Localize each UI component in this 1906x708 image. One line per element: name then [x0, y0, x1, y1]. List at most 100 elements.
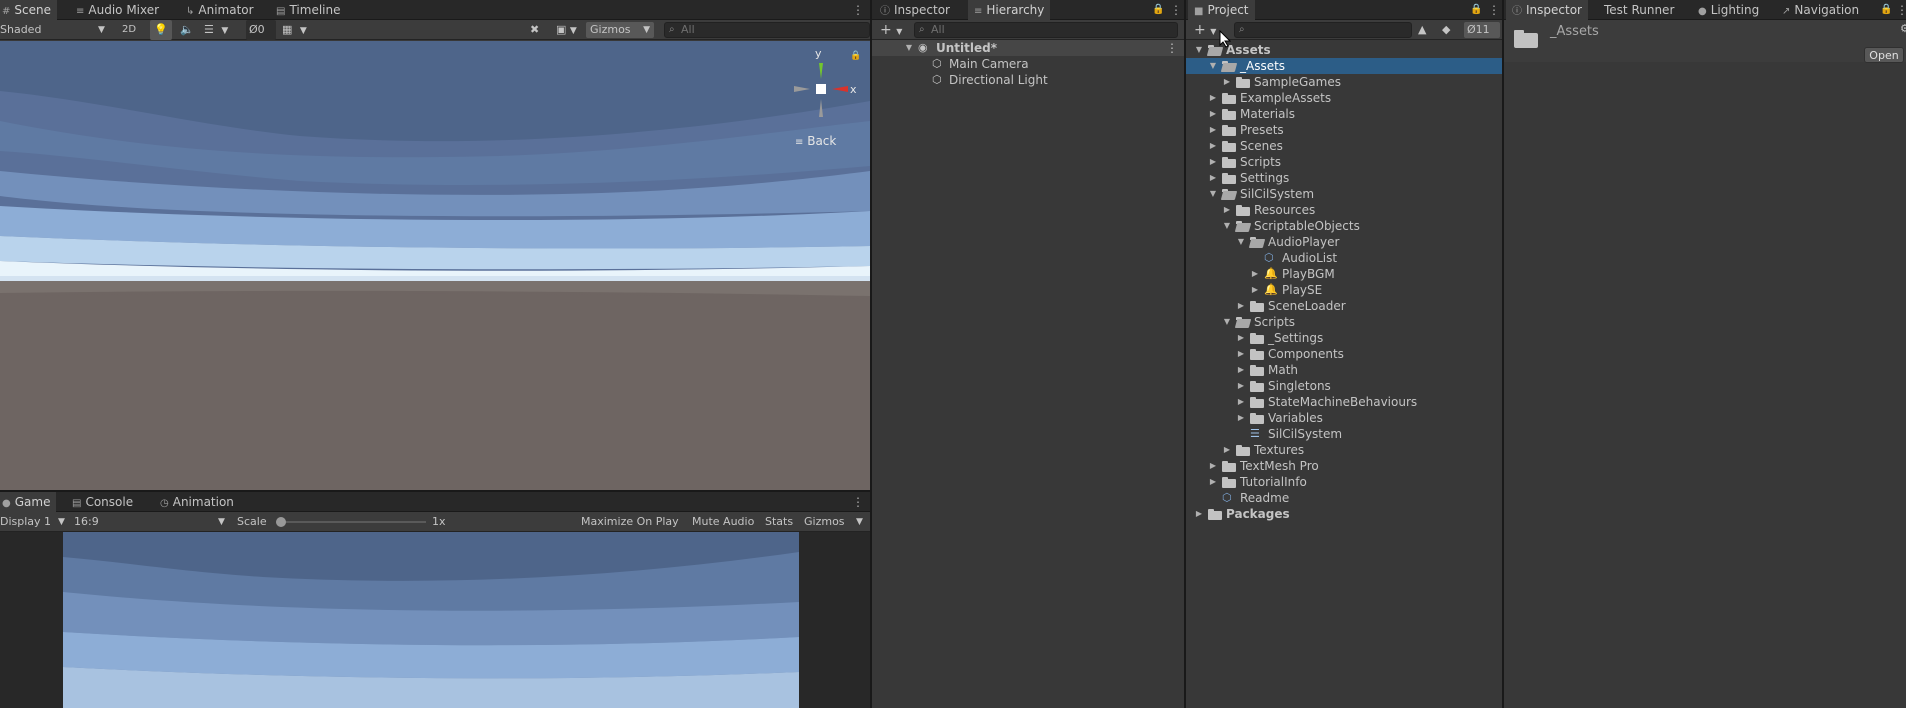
- project-tree-item[interactable]: ▶ SampleGames: [1186, 74, 1502, 90]
- inspector-more-icon[interactable]: ⋮: [1896, 0, 1906, 20]
- gizmo-view-label[interactable]: ≡ Back: [795, 134, 836, 148]
- expand-arrow-open-icon[interactable]: ▼: [1236, 234, 1246, 250]
- project-tree-item[interactable]: ▶ Settings: [1186, 170, 1502, 186]
- create-dropdown[interactable]: + ▼: [880, 20, 906, 40]
- filter-by-type-icon[interactable]: ▲: [1418, 20, 1426, 40]
- display-dropdown[interactable]: Display 1 ▼: [0, 512, 66, 532]
- tab-lighting[interactable]: ● Lighting: [1692, 0, 1765, 20]
- expand-arrow-open-icon[interactable]: ▼: [1222, 218, 1232, 234]
- tab-inspector[interactable]: ⓘ Inspector: [874, 0, 956, 20]
- expand-arrow-open-icon[interactable]: ▼: [1194, 42, 1204, 58]
- project-tree-item[interactable]: ⬡ AudioList: [1186, 250, 1502, 266]
- inspector-lock-icon[interactable]: 🔒: [1880, 0, 1892, 20]
- scene-more-icon[interactable]: ⋮: [1166, 40, 1178, 56]
- project-tree-item[interactable]: ▼ _Assets: [1186, 58, 1502, 74]
- project-tree-item[interactable]: ▼ AudioPlayer: [1186, 234, 1502, 250]
- scale-slider[interactable]: [276, 517, 426, 527]
- project-tree-item[interactable]: ▶ _Settings: [1186, 330, 1502, 346]
- audio-toggle-icon[interactable]: 🔈: [180, 20, 194, 40]
- scene-row[interactable]: ▼ ◉ Untitled* ⋮: [872, 40, 1184, 56]
- expand-arrow-closed-icon[interactable]: ▶: [1208, 138, 1218, 154]
- project-tree-item[interactable]: ▶ StateMachineBehaviours: [1186, 394, 1502, 410]
- project-more-icon[interactable]: ⋮: [1488, 0, 1500, 20]
- expand-arrow-closed-icon[interactable]: ▶: [1236, 394, 1246, 410]
- filter-by-label-icon[interactable]: ◆: [1442, 20, 1450, 40]
- hierarchy-search-input[interactable]: All: [914, 22, 1178, 38]
- game-gizmos-dropdown[interactable]: Gizmos ▼: [804, 512, 866, 532]
- tab-animation[interactable]: ◷ Animation: [154, 492, 240, 512]
- mute-audio-toggle[interactable]: Mute Audio: [692, 512, 754, 532]
- project-tree-item[interactable]: ▶ Scripts: [1186, 154, 1502, 170]
- expand-arrow-closed-icon[interactable]: ▶: [1222, 442, 1232, 458]
- expand-arrow-closed-icon[interactable]: ▶: [1208, 154, 1218, 170]
- project-tree-item[interactable]: ▶ Resources: [1186, 202, 1502, 218]
- tab-test-runner[interactable]: Test Runner: [1598, 0, 1680, 20]
- project-tree-item[interactable]: ▶ Scenes: [1186, 138, 1502, 154]
- project-tree-item[interactable]: ▶ Math: [1186, 362, 1502, 378]
- project-tree-item[interactable]: ▶ 🔔 PlayBGM: [1186, 266, 1502, 282]
- project-tree-item[interactable]: ▶ Components: [1186, 346, 1502, 362]
- tab-navigation[interactable]: ↗ Navigation: [1776, 0, 1865, 20]
- settings-icon[interactable]: ⚙: [1900, 22, 1906, 35]
- grid-toggle[interactable]: ▦ ▼: [282, 20, 318, 40]
- expand-arrow-closed-icon[interactable]: ▶: [1208, 122, 1218, 138]
- gizmos-dropdown[interactable]: Gizmos ▼: [586, 22, 654, 38]
- scene-viewport[interactable]: y x 🔒 ≡ Back: [0, 41, 870, 492]
- expand-arrow-closed-icon[interactable]: ▶: [1236, 330, 1246, 346]
- project-tree-item[interactable]: ▶ Packages: [1186, 506, 1502, 522]
- project-tree-item[interactable]: ▼ SilCilSystem: [1186, 186, 1502, 202]
- scene-more-icon[interactable]: ⋮: [852, 0, 864, 20]
- expand-arrow-closed-icon[interactable]: ▶: [1250, 266, 1260, 282]
- project-tree-item[interactable]: ☰ SilCilSystem: [1186, 426, 1502, 442]
- expand-arrow-closed-icon[interactable]: ▶: [1222, 74, 1232, 90]
- shading-mode-dropdown[interactable]: Shaded ▼: [0, 20, 110, 40]
- expand-arrow-open-icon[interactable]: ▼: [1208, 186, 1218, 202]
- expand-arrow-closed-icon[interactable]: ▶: [1208, 458, 1218, 474]
- project-tree-item[interactable]: ▶ TextMesh Pro: [1186, 458, 1502, 474]
- expand-arrow-closed-icon[interactable]: ▶: [1236, 298, 1246, 314]
- hierarchy-item[interactable]: ⬡ Main Camera: [872, 56, 1184, 72]
- tab-hierarchy[interactable]: ≡ Hierarchy: [968, 0, 1051, 20]
- expand-arrow-closed-icon[interactable]: ▶: [1194, 506, 1204, 522]
- expand-arrow-closed-icon[interactable]: ▶: [1208, 170, 1218, 186]
- aspect-dropdown[interactable]: 16:9 ▼: [74, 512, 230, 532]
- tab-audio-mixer[interactable]: ≡ Audio Mixer: [70, 0, 165, 20]
- project-tree-item[interactable]: ▼ Assets: [1186, 42, 1502, 58]
- expand-arrow-icon[interactable]: ▼: [904, 40, 914, 56]
- expand-arrow-closed-icon[interactable]: ▶: [1222, 202, 1232, 218]
- project-tree-item[interactable]: ▶ Variables: [1186, 410, 1502, 426]
- project-tree-item[interactable]: ▶ TutorialInfo: [1186, 474, 1502, 490]
- project-tree-item[interactable]: ▶ Textures: [1186, 442, 1502, 458]
- hierarchy-more-icon[interactable]: ⋮: [1170, 0, 1182, 20]
- expand-arrow-closed-icon[interactable]: ▶: [1236, 346, 1246, 362]
- tools-icon[interactable]: ✖: [530, 20, 539, 40]
- game-view[interactable]: [63, 532, 799, 708]
- stats-toggle[interactable]: Stats: [765, 512, 793, 532]
- project-tree-item[interactable]: ⬡ Readme: [1186, 490, 1502, 506]
- project-tree-item[interactable]: ▶ 🔔 PlaySE: [1186, 282, 1502, 298]
- expand-arrow-closed-icon[interactable]: ▶: [1208, 474, 1218, 490]
- expand-arrow-closed-icon[interactable]: ▶: [1208, 106, 1218, 122]
- effects-toggle[interactable]: ☰ ▼: [204, 20, 240, 40]
- tab-animator[interactable]: ↳ Animator: [180, 0, 260, 20]
- expand-arrow-open-icon[interactable]: ▼: [1208, 58, 1218, 74]
- gizmo-lock-icon[interactable]: 🔒: [850, 51, 861, 61]
- expand-arrow-open-icon[interactable]: ▼: [1222, 314, 1232, 330]
- project-tree-item[interactable]: ▶ Materials: [1186, 106, 1502, 122]
- hierarchy-item[interactable]: ⬡ Directional Light: [872, 72, 1184, 88]
- scene-search-input[interactable]: All: [664, 22, 870, 38]
- create-asset-dropdown[interactable]: + ▼: [1194, 20, 1220, 40]
- scale-slider-handle[interactable]: [276, 517, 286, 527]
- expand-arrow-closed-icon[interactable]: ▶: [1236, 378, 1246, 394]
- hidden-packages-toggle[interactable]: Ø11: [1464, 22, 1500, 38]
- project-tree-item[interactable]: ▶ Presets: [1186, 122, 1502, 138]
- game-more-icon[interactable]: ⋮: [852, 492, 864, 512]
- tab-project[interactable]: ■ Project: [1188, 0, 1255, 20]
- project-tree-item[interactable]: ▼ ScriptableObjects: [1186, 218, 1502, 234]
- tab-inspector[interactable]: ⓘ Inspector: [1506, 0, 1588, 20]
- project-lock-icon[interactable]: 🔒: [1470, 0, 1482, 20]
- project-search-input[interactable]: [1234, 22, 1412, 38]
- project-tree-item[interactable]: ▼ Scripts: [1186, 314, 1502, 330]
- camera-dropdown[interactable]: ▣ ▼: [556, 20, 584, 40]
- open-button[interactable]: Open: [1864, 47, 1904, 63]
